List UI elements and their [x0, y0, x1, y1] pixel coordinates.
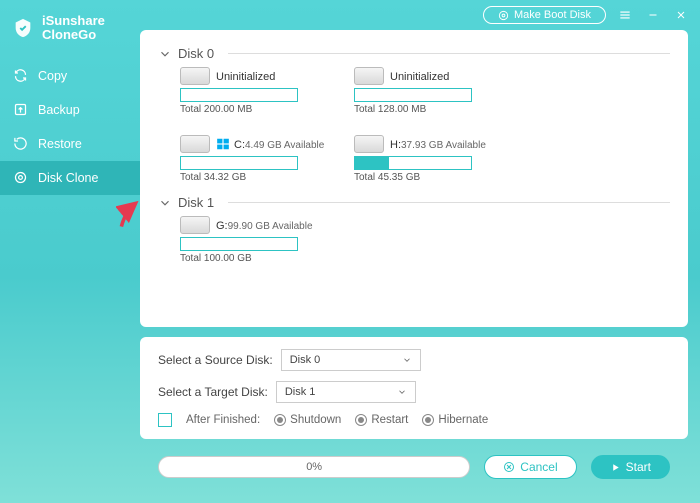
selection-panel: Select a Source Disk: Disk 0 Select a Ta… — [140, 337, 688, 439]
partition-total: Total 200.00 MB — [180, 104, 330, 115]
usage-bar — [354, 156, 472, 170]
partition[interactable]: G:99.90 GB Available Total 100.00 GB — [180, 216, 330, 264]
disk-header[interactable]: Disk 0 — [158, 46, 670, 61]
disk-icon — [180, 135, 210, 153]
partition-total: Total 34.32 GB — [180, 172, 330, 183]
partition-available: 37.93 GB Available — [401, 140, 486, 151]
brand-line2: CloneGo — [42, 28, 105, 42]
windows-icon — [216, 137, 230, 151]
refresh-icon — [12, 68, 28, 84]
sidebar: iSunshareCloneGo Copy Backup Restore Dis… — [0, 0, 140, 503]
sidebar-item-label: Restore — [38, 137, 82, 151]
target-disk-label: Select a Target Disk: — [158, 385, 268, 399]
footer-bar: 0% Cancel Start — [140, 449, 688, 493]
source-disk-select[interactable]: Disk 0 — [281, 349, 421, 371]
make-boot-disk-button[interactable]: Make Boot Disk — [483, 6, 606, 24]
chevron-down-icon — [158, 196, 172, 210]
usage-bar — [180, 156, 298, 170]
close-button[interactable] — [672, 6, 690, 24]
sidebar-item-disk-clone[interactable]: Disk Clone — [0, 161, 140, 195]
usage-bar — [180, 237, 298, 251]
disk-name: Disk 0 — [178, 46, 214, 61]
after-finished-checkbox[interactable] — [158, 413, 172, 427]
sidebar-item-restore[interactable]: Restore — [0, 127, 140, 161]
partition[interactable]: Uninitialized Total 128.00 MB — [354, 67, 504, 115]
start-button[interactable]: Start — [591, 455, 670, 479]
start-label: Start — [626, 460, 651, 474]
after-finished-label: After Finished: — [186, 414, 260, 426]
radio-restart-label: Restart — [371, 414, 408, 426]
radio-hibernate[interactable]: Hibernate — [422, 414, 488, 426]
radio-hibernate-label: Hibernate — [438, 414, 488, 426]
sidebar-item-backup[interactable]: Backup — [0, 93, 140, 127]
brand: iSunshareCloneGo — [0, 6, 140, 59]
partition-total: Total 128.00 MB — [354, 104, 504, 115]
source-disk-label: Select a Source Disk: — [158, 353, 273, 367]
sidebar-item-copy[interactable]: Copy — [0, 59, 140, 93]
partition-label: H: — [390, 139, 401, 151]
disk-icon — [354, 67, 384, 85]
chevron-down-icon — [397, 387, 407, 397]
make-boot-disk-label: Make Boot Disk — [514, 9, 591, 21]
backup-icon — [12, 102, 28, 118]
minimize-button[interactable] — [644, 6, 662, 24]
partition-available: 4.49 GB Available — [245, 140, 324, 151]
radio-shutdown[interactable]: Shutdown — [274, 414, 341, 426]
partition-total: Total 45.35 GB — [354, 172, 504, 183]
target-disk-value: Disk 1 — [285, 386, 316, 398]
cancel-icon — [503, 461, 515, 473]
sidebar-item-label: Backup — [38, 103, 80, 117]
partition-label: G: — [216, 220, 228, 232]
cancel-button[interactable]: Cancel — [484, 455, 576, 479]
brand-logo-icon — [12, 17, 34, 39]
disk-name: Disk 1 — [178, 195, 214, 210]
radio-restart[interactable]: Restart — [355, 414, 408, 426]
brand-line1: iSunshare — [42, 14, 105, 28]
target-disk-select[interactable]: Disk 1 — [276, 381, 416, 403]
menu-button[interactable] — [616, 6, 634, 24]
progress-text: 0% — [306, 461, 322, 473]
usage-bar — [180, 88, 298, 102]
source-disk-value: Disk 0 — [290, 354, 321, 366]
chevron-down-icon — [402, 355, 412, 365]
disk-header[interactable]: Disk 1 — [158, 195, 670, 210]
partition-label: Uninitialized — [216, 71, 275, 83]
sidebar-item-label: Disk Clone — [38, 171, 98, 185]
progress-bar: 0% — [158, 456, 470, 478]
partition[interactable]: Uninitialized Total 200.00 MB — [180, 67, 330, 115]
partition[interactable]: C:4.49 GB Available Total 34.32 GB — [180, 135, 330, 183]
disk-icon — [354, 135, 384, 153]
main-area: Disk 0UninitializedTotal 200.00 MBUninit… — [140, 0, 700, 503]
play-icon — [610, 462, 621, 473]
disk-list-panel: Disk 0UninitializedTotal 200.00 MBUninit… — [140, 30, 688, 327]
disk-clone-icon — [12, 170, 28, 186]
disk-icon — [180, 216, 210, 234]
sidebar-item-label: Copy — [38, 69, 67, 83]
chevron-down-icon — [158, 47, 172, 61]
partition[interactable]: H:37.93 GB Available Total 45.35 GB — [354, 135, 504, 183]
cancel-label: Cancel — [520, 460, 557, 474]
partition-total: Total 100.00 GB — [180, 253, 330, 264]
partition-label: Uninitialized — [390, 71, 449, 83]
restore-icon — [12, 136, 28, 152]
disk-icon — [180, 67, 210, 85]
usage-bar — [354, 88, 472, 102]
radio-shutdown-label: Shutdown — [290, 414, 341, 426]
partition-available: 99.90 GB Available — [228, 221, 313, 232]
partition-label: C: — [234, 139, 245, 151]
